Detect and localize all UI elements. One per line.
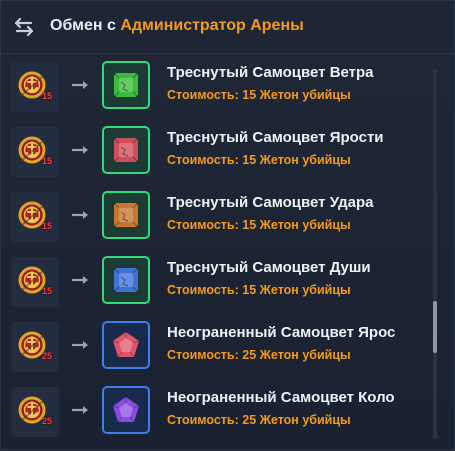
exchange-item-row[interactable]: 15 Треснутый Самоцвет Ярости Стоимость: 15… (1, 122, 431, 184)
exchange-header: Обмен с Администратор Арены (1, 1, 454, 54)
reward-slot[interactable] (102, 126, 150, 174)
reward-slot[interactable] (102, 321, 150, 369)
reward-slot[interactable] (102, 61, 150, 109)
exchange-item-row[interactable]: 15 Треснутый Самоцвет Души Стоимость: 15 Ж… (1, 252, 431, 314)
cost-slot[interactable]: 25 (11, 387, 59, 437)
cost-slot[interactable]: 15 (11, 192, 59, 242)
reward-slot[interactable] (102, 256, 150, 304)
cost-slot[interactable]: 15 (11, 127, 59, 177)
page-title: Обмен с Администратор Арены (50, 17, 304, 35)
item-cost: Стоимость: 15 Жетон убийцы (167, 283, 351, 297)
reward-slot[interactable] (102, 191, 150, 239)
item-cost: Стоимость: 15 Жетон убийцы (167, 153, 351, 167)
cost-slot[interactable]: 15 (11, 257, 59, 307)
scrollbar-thumb[interactable] (433, 301, 437, 353)
cost-quantity: 25 (42, 416, 53, 426)
exchange-panel: Обмен с Администратор Арены 15 Треснутый … (0, 0, 455, 450)
swap-icon[interactable] (13, 16, 35, 38)
cost-quantity: 15 (42, 91, 53, 101)
cost-quantity: 15 (42, 156, 53, 166)
exchange-item-row[interactable]: 25 Неограненный Самоцвет Коло Стоимость: 2… (1, 382, 431, 444)
cost-slot[interactable]: 15 (11, 62, 59, 112)
item-name: Треснутый Самоцвет Ветра (167, 64, 374, 81)
cost-slot[interactable]: 25 (11, 322, 59, 372)
item-cost: Стоимость: 25 Жетон убийцы (167, 348, 351, 362)
cost-quantity: 15 (42, 286, 53, 296)
partner-name: Администратор Арены (120, 17, 304, 34)
item-name: Неограненный Самоцвет Коло (167, 389, 395, 406)
title-prefix: Обмен с (50, 17, 116, 34)
item-cost: Стоимость: 15 Жетон убийцы (167, 218, 351, 232)
reward-slot[interactable] (102, 386, 150, 434)
exchange-item-row[interactable]: 25 Неограненный Самоцвет Ярос Стоимость: 2… (1, 317, 431, 379)
scrollbar[interactable] (433, 69, 437, 439)
cost-quantity: 15 (42, 221, 53, 231)
item-name: Треснутый Самоцвет Ярости (167, 129, 384, 146)
item-name: Треснутый Самоцвет Души (167, 259, 371, 276)
item-cost: Стоимость: 15 Жетон убийцы (167, 88, 351, 102)
cost-quantity: 25 (42, 351, 53, 361)
item-name: Неограненный Самоцвет Ярос (167, 324, 396, 341)
item-cost: Стоимость: 25 Жетон убийцы (167, 413, 351, 427)
item-name: Треснутый Самоцвет Удара (167, 194, 374, 211)
exchange-item-row[interactable]: 15 Треснутый Самоцвет Ветра Стоимость: 15 … (1, 57, 431, 119)
exchange-item-row[interactable]: 15 Треснутый Самоцвет Удара Стоимость: 15 … (1, 187, 431, 249)
exchange-list: 15 Треснутый Самоцвет Ветра Стоимость: 15 … (1, 57, 455, 451)
